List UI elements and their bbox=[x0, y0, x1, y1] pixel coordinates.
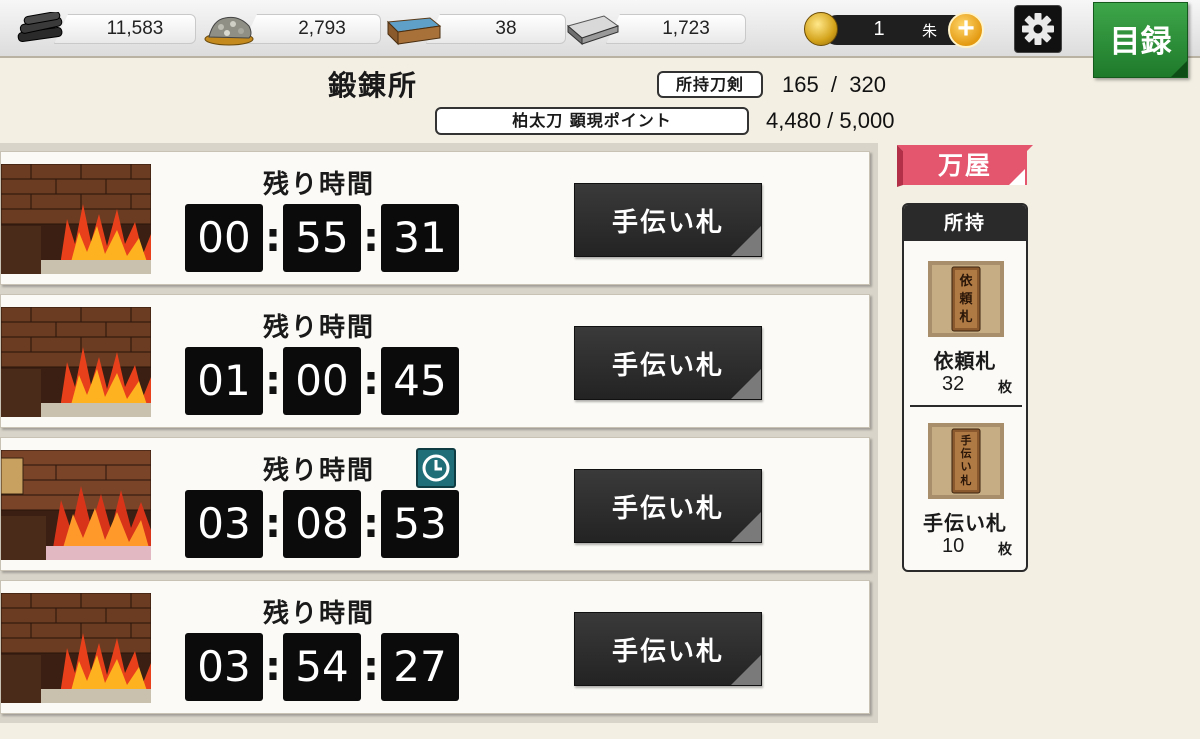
timer-colon: : bbox=[265, 501, 281, 547]
help-token-card-icon: 手 伝 い 札 bbox=[928, 423, 1004, 499]
menu-button[interactable]: 目録 bbox=[1093, 2, 1188, 78]
resource-tamahagane: 2,793 bbox=[203, 12, 381, 46]
use-help-token-button[interactable]: 手伝い札 bbox=[574, 183, 762, 257]
timer-minutes: 08 bbox=[283, 490, 361, 558]
forge-slot-list: 残り時間 00 : 55 : 31 手伝い札 残り時間 01: 00: 45… bbox=[0, 143, 878, 723]
manifest-points-value: 4,480 / 5,000 bbox=[766, 108, 895, 133]
whetstone-icon bbox=[566, 15, 620, 46]
charcoal-icon bbox=[17, 12, 63, 42]
timer-hours: 03 bbox=[185, 490, 263, 558]
timer-seconds: 53 bbox=[381, 490, 459, 558]
forge-fire-image bbox=[1, 307, 151, 417]
card-char: 頼 bbox=[958, 291, 973, 307]
countdown-timer: 03 : 54 : 27 bbox=[185, 633, 460, 703]
item-name: 依頼札 bbox=[933, 349, 997, 373]
use-help-token-button[interactable]: 手伝い札 bbox=[574, 326, 762, 400]
item-unit: 枚 bbox=[998, 542, 1012, 558]
resource-charcoal: 11,583 bbox=[14, 12, 196, 46]
card-char: 札 bbox=[960, 473, 972, 487]
countdown-timer: 01 : 00 : 45 bbox=[185, 347, 460, 417]
resource-whetstone-value: 1,723 bbox=[606, 14, 746, 44]
resource-charcoal-value: 11,583 bbox=[54, 14, 196, 44]
remaining-time-label: 残り時間 bbox=[263, 456, 376, 486]
card-char: い bbox=[961, 460, 972, 473]
item-divider bbox=[910, 405, 1022, 407]
timer-colon: : bbox=[363, 215, 379, 261]
forge-fire-image bbox=[1, 593, 151, 703]
timer-hours: 00 bbox=[185, 204, 263, 272]
manifest-points-label: 柏太刀 顕現ポイント bbox=[435, 107, 749, 135]
shop-button[interactable]: 万屋 bbox=[897, 145, 1033, 187]
timer-minutes: 55 bbox=[283, 204, 361, 272]
forge-fire-image bbox=[1, 164, 151, 274]
clock-icon bbox=[416, 448, 456, 488]
water-box-icon bbox=[386, 17, 442, 46]
shop-label: 万屋 bbox=[937, 151, 992, 180]
remaining-time-label: 残り時間 bbox=[263, 599, 376, 629]
resource-bar: 11,583 2,793 38 1,723 1 朱 + bbox=[0, 0, 1200, 58]
item-count: 32 bbox=[942, 373, 965, 395]
resource-water: 38 bbox=[386, 12, 566, 46]
timer-hours: 03 bbox=[185, 633, 263, 701]
request-token-card-icon: 依 頼 札 bbox=[928, 261, 1004, 337]
resource-water-value: 38 bbox=[426, 14, 566, 44]
owned-header: 所持 bbox=[904, 205, 1026, 241]
resource-whetstone: 1,723 bbox=[566, 12, 746, 46]
countdown-timer: 00 : 55 : 31 bbox=[185, 204, 460, 274]
timer-colon: : bbox=[363, 358, 379, 404]
forge-slot: 残り時間 01 : 00 : 45 手伝い札 bbox=[0, 294, 870, 428]
item-count: 10 bbox=[942, 535, 965, 557]
forge-slot: 残り時間 00 : 55 : 31 手伝い札 bbox=[0, 151, 870, 285]
timer-colon: : bbox=[265, 644, 281, 690]
use-help-token-button[interactable]: 手伝い札 bbox=[574, 612, 762, 686]
use-help-token-button[interactable]: 手伝い札 bbox=[574, 469, 762, 543]
page-title: 鍛錬所 bbox=[328, 69, 419, 102]
koban-coin-icon bbox=[804, 12, 838, 46]
remaining-time-label: 残り時間 bbox=[263, 313, 376, 343]
timer-hours: 01 bbox=[185, 347, 263, 415]
timer-minutes: 54 bbox=[283, 633, 361, 701]
owned-swords-label: 所持刀剣 bbox=[657, 71, 763, 98]
card-char: 依 bbox=[959, 273, 973, 289]
forge-fire-image bbox=[1, 450, 151, 560]
timer-seconds: 31 bbox=[381, 204, 459, 272]
add-koban-button[interactable]: + bbox=[948, 12, 984, 48]
settings-button[interactable] bbox=[1014, 5, 1062, 53]
timer-seconds: 27 bbox=[381, 633, 459, 701]
timer-colon: : bbox=[265, 215, 281, 261]
resource-tamahagane-value: 2,793 bbox=[243, 14, 381, 44]
owned-items-panel: 所持 依 頼 札 依頼札 32 枚 手 伝 い 札 手伝い札 10 枚 bbox=[902, 203, 1028, 572]
item-unit: 枚 bbox=[998, 380, 1012, 396]
timer-minutes: 00 bbox=[283, 347, 361, 415]
owned-swords-value: 165 / 320 bbox=[782, 72, 886, 97]
timer-colon: : bbox=[265, 358, 281, 404]
item-name: 手伝い札 bbox=[923, 511, 1007, 535]
remaining-time-label: 残り時間 bbox=[263, 170, 376, 200]
koban-unit: 朱 bbox=[922, 22, 938, 40]
forge-slot: 残り時間 03 : 08 : 53 手伝い札 bbox=[0, 437, 870, 571]
timer-colon: : bbox=[363, 644, 379, 690]
timer-seconds: 45 bbox=[381, 347, 459, 415]
koban-count: 1 bbox=[873, 18, 885, 40]
card-char: 手 bbox=[961, 433, 972, 447]
forge-slot: 残り時間 03 : 54 : 27 手伝い札 bbox=[0, 580, 870, 714]
timer-colon: : bbox=[363, 501, 379, 547]
koban-counter: 1 朱 + bbox=[804, 10, 984, 50]
gear-icon bbox=[1022, 13, 1054, 45]
card-char: 札 bbox=[958, 309, 972, 325]
tamahagane-icon bbox=[204, 16, 254, 46]
card-char: 伝 bbox=[961, 446, 972, 460]
countdown-timer: 03 : 08 : 53 bbox=[185, 490, 460, 560]
